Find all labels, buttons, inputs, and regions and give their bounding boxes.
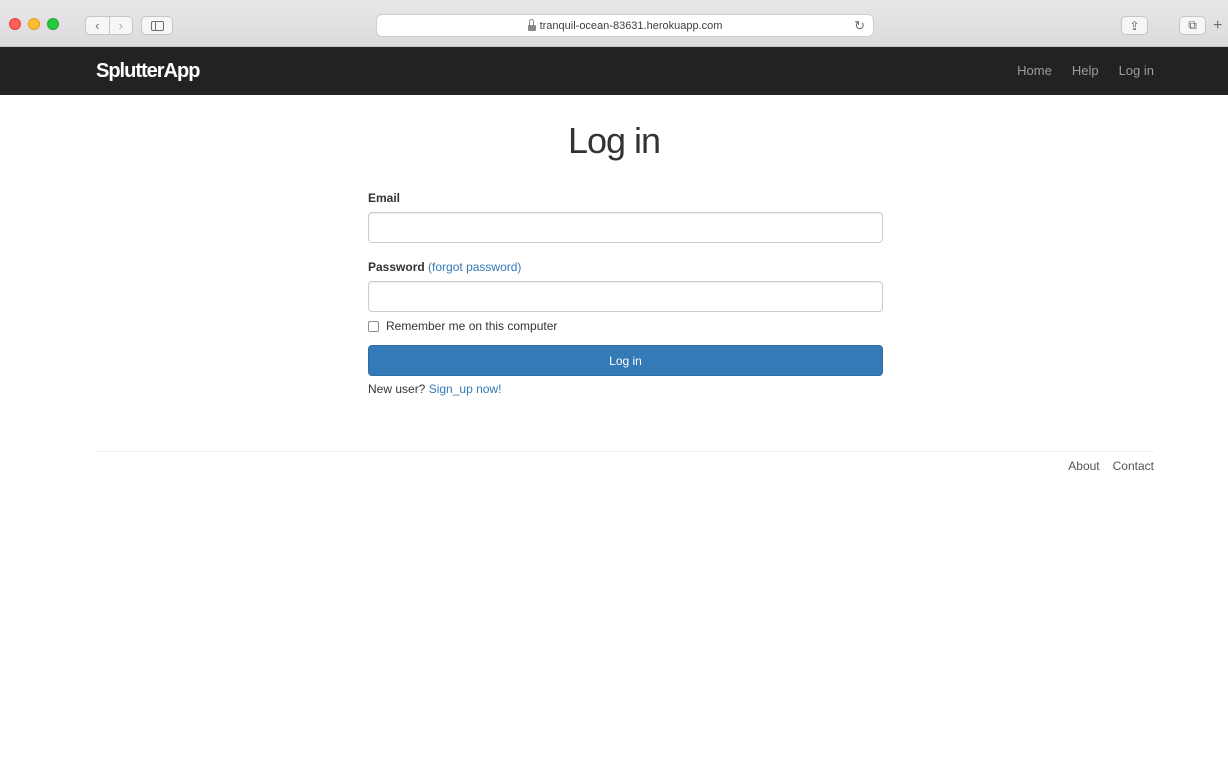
footer-link-about[interactable]: About <box>1068 459 1099 473</box>
share-button[interactable]: ⇪ <box>1121 16 1148 35</box>
remember-me-label: Remember me on this computer <box>386 319 558 333</box>
email-field[interactable] <box>368 212 883 243</box>
password-label: Password (forgot password) <box>368 260 521 274</box>
forgot-password-link[interactable]: (forgot password) <box>428 260 521 274</box>
page-title: Log in <box>567 120 661 161</box>
reload-icon[interactable]: ↻ <box>854 18 865 34</box>
new-tab-icon[interactable]: + <box>1213 18 1222 34</box>
url-text: tranquil-ocean-83631.herokuapp.com <box>539 19 723 32</box>
zoom-window-icon[interactable] <box>47 18 59 30</box>
nav-link-help[interactable]: Help <box>1072 63 1099 78</box>
share-icon: ⇪ <box>1129 18 1140 33</box>
tabs-icon: ⧉ <box>1188 18 1197 32</box>
password-field[interactable] <box>368 281 883 312</box>
signup-link[interactable]: Sign_up now! <box>429 382 502 396</box>
footer-link-contact[interactable]: Contact <box>1113 459 1154 473</box>
nav-link-login[interactable]: Log in <box>1119 63 1154 78</box>
close-window-icon[interactable] <box>9 18 21 30</box>
minimize-window-icon[interactable] <box>28 18 40 30</box>
footer-divider <box>96 451 1154 452</box>
browser-toolbar: ‹ › tranquil-ocean-83631.herokuapp.com ↻… <box>0 0 1228 47</box>
lock-icon <box>527 19 536 31</box>
password-label-text: Password <box>368 260 425 274</box>
forward-icon[interactable]: › <box>108 17 133 34</box>
new-user-text: New user? <box>368 382 426 396</box>
nav-link-home[interactable]: Home <box>1017 63 1052 78</box>
sidebar-toggle-button[interactable] <box>141 16 173 35</box>
login-submit-button[interactable]: Log in <box>368 345 883 376</box>
back-icon[interactable]: ‹ <box>86 17 109 34</box>
site-header: SplutterApp Home Help Log in <box>0 47 1228 95</box>
email-label: Email <box>368 191 401 205</box>
remember-me-row[interactable]: Remember me on this computer <box>368 319 557 333</box>
address-bar[interactable]: tranquil-ocean-83631.herokuapp.com ↻ <box>376 14 874 37</box>
remember-me-checkbox[interactable] <box>368 320 379 332</box>
brand-logo[interactable]: SplutterApp <box>96 60 200 83</box>
signup-prompt: New user? Sign_up now! <box>368 382 501 396</box>
main-nav: Home Help Log in <box>1017 63 1154 78</box>
history-nav: ‹ › <box>85 16 133 35</box>
site-footer: About Contact <box>1068 459 1154 473</box>
show-tabs-button[interactable]: ⧉ <box>1179 16 1206 35</box>
sidebar-icon <box>150 20 164 31</box>
